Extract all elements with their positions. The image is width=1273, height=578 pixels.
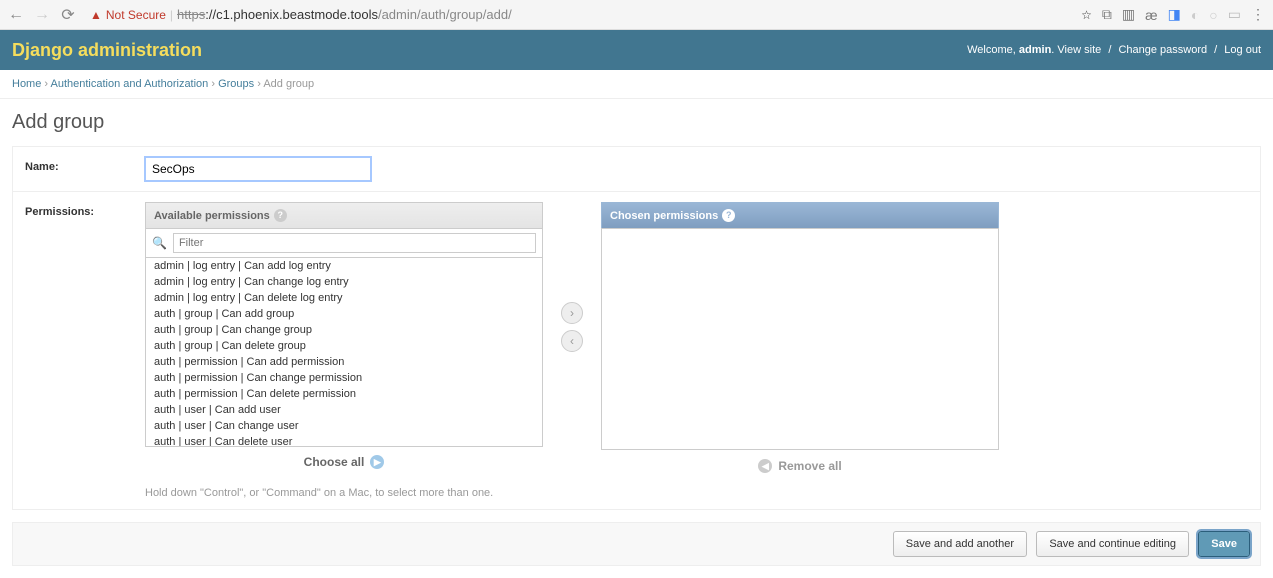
help-icon[interactable]: ?	[722, 209, 735, 222]
permissions-label: Permissions:	[25, 202, 145, 218]
address-bar[interactable]: ▲ Not Secure | https://c1.phoenix.beastm…	[86, 4, 1071, 26]
chosen-header: Chosen permissions ?	[601, 202, 999, 228]
notes-icon[interactable]: ▥	[1122, 6, 1135, 23]
menu-icon[interactable]: ⋮	[1251, 6, 1265, 23]
forward-icon[interactable]: →	[34, 7, 50, 23]
warning-icon: ▲	[90, 8, 102, 22]
breadcrumb-groups[interactable]: Groups	[218, 78, 254, 90]
permission-item[interactable]: auth | group | Can change group	[146, 322, 542, 338]
not-secure-text: Not Secure	[106, 8, 166, 22]
available-column: Available permissions ? 🔍 admin | log en…	[145, 202, 543, 477]
extension-icons: ⧉ ▥ æ ◨ ◐ ○ ▭ ⋮	[1102, 6, 1265, 23]
permission-item[interactable]: auth | permission | Can delete permissio…	[146, 386, 542, 402]
remove-all-footer: ◀ Remove all	[601, 450, 999, 481]
chosen-header-text: Chosen permissions	[610, 210, 718, 222]
chosen-list[interactable]	[601, 228, 999, 450]
profile-icon[interactable]: ▭	[1228, 6, 1241, 23]
permission-item[interactable]: auth | group | Can add group	[146, 306, 542, 322]
admin-header: Django administration Welcome, admin. Vi…	[0, 30, 1273, 70]
choose-all-link[interactable]: Choose all ▶	[304, 455, 385, 469]
breadcrumb-auth[interactable]: Authentication and Authorization	[51, 78, 209, 90]
cast-icon[interactable]: ⧉	[1102, 6, 1112, 23]
translate-icon[interactable]: ◨	[1168, 6, 1181, 23]
circle-icon[interactable]: ○	[1209, 7, 1217, 23]
page-title: Add group	[12, 111, 1261, 134]
filter-row: 🔍	[145, 228, 543, 257]
ae-icon[interactable]: æ	[1145, 7, 1157, 23]
help-icon[interactable]: ?	[274, 209, 287, 222]
remove-all-icon: ◀	[758, 459, 772, 473]
add-button[interactable]: ›	[561, 302, 583, 324]
permission-item[interactable]: auth | user | Can change user	[146, 418, 542, 434]
not-secure-badge: ▲ Not Secure	[90, 8, 166, 22]
permission-item[interactable]: auth | user | Can add user	[146, 402, 542, 418]
available-list[interactable]: admin | log entry | Can add log entryadm…	[145, 257, 543, 447]
permissions-row: Permissions: Available permissions ? 🔍 a…	[13, 192, 1260, 509]
search-icon: 🔍	[152, 236, 167, 250]
submit-row: Save and add another Save and continue e…	[12, 522, 1261, 566]
welcome-text: Welcome,	[967, 44, 1016, 56]
permission-selector: Available permissions ? 🔍 admin | log en…	[145, 202, 1248, 481]
view-site-link[interactable]: View site	[1057, 44, 1101, 56]
chosen-column: Chosen permissions ? ◀ Remove all	[601, 202, 999, 481]
site-title: Django administration	[12, 40, 202, 61]
choose-all-footer: Choose all ▶	[145, 447, 543, 477]
user-tools: Welcome, admin. View site / Change passw…	[967, 44, 1261, 56]
permission-item[interactable]: auth | permission | Can change permissio…	[146, 370, 542, 386]
logout-link[interactable]: Log out	[1224, 44, 1261, 56]
url-text: https://c1.phoenix.beastmode.tools/admin…	[177, 7, 512, 22]
separator: |	[170, 8, 173, 22]
remove-all-link[interactable]: ◀ Remove all	[758, 459, 841, 473]
back-icon[interactable]: ←	[8, 7, 24, 23]
choose-all-icon: ▶	[370, 455, 384, 469]
chooser-arrows: › ‹	[561, 202, 583, 352]
permission-item[interactable]: auth | group | Can delete group	[146, 338, 542, 354]
filter-input[interactable]	[173, 233, 536, 253]
available-header-text: Available permissions	[154, 210, 270, 222]
name-row: Name:	[13, 147, 1260, 192]
name-label: Name:	[25, 157, 145, 173]
remove-button[interactable]: ‹	[561, 330, 583, 352]
permission-item[interactable]: auth | permission | Can add permission	[146, 354, 542, 370]
permission-item[interactable]: admin | log entry | Can change log entry	[146, 274, 542, 290]
permission-item[interactable]: auth | user | Can delete user	[146, 434, 542, 447]
permission-item[interactable]: admin | log entry | Can add log entry	[146, 258, 542, 274]
username: admin	[1019, 44, 1051, 56]
browser-toolbar: ← → ⟳ ▲ Not Secure | https://c1.phoenix.…	[0, 0, 1273, 30]
name-input[interactable]	[145, 157, 371, 181]
breadcrumb: Home › Authentication and Authorization …	[0, 70, 1273, 99]
bookmark-star-icon[interactable]: ☆	[1081, 8, 1092, 22]
breadcrumb-home[interactable]: Home	[12, 78, 41, 90]
help-text: Hold down "Control", or "Command" on a M…	[145, 487, 1248, 499]
permission-item[interactable]: admin | log entry | Can delete log entry	[146, 290, 542, 306]
spinner-icon[interactable]: ◐	[1191, 7, 1199, 23]
change-password-link[interactable]: Change password	[1118, 44, 1207, 56]
available-header: Available permissions ?	[145, 202, 543, 228]
group-fieldset: Name: Permissions: Available permissions…	[12, 146, 1261, 510]
breadcrumb-current: Add group	[263, 78, 314, 90]
reload-icon[interactable]: ⟳	[60, 7, 76, 23]
